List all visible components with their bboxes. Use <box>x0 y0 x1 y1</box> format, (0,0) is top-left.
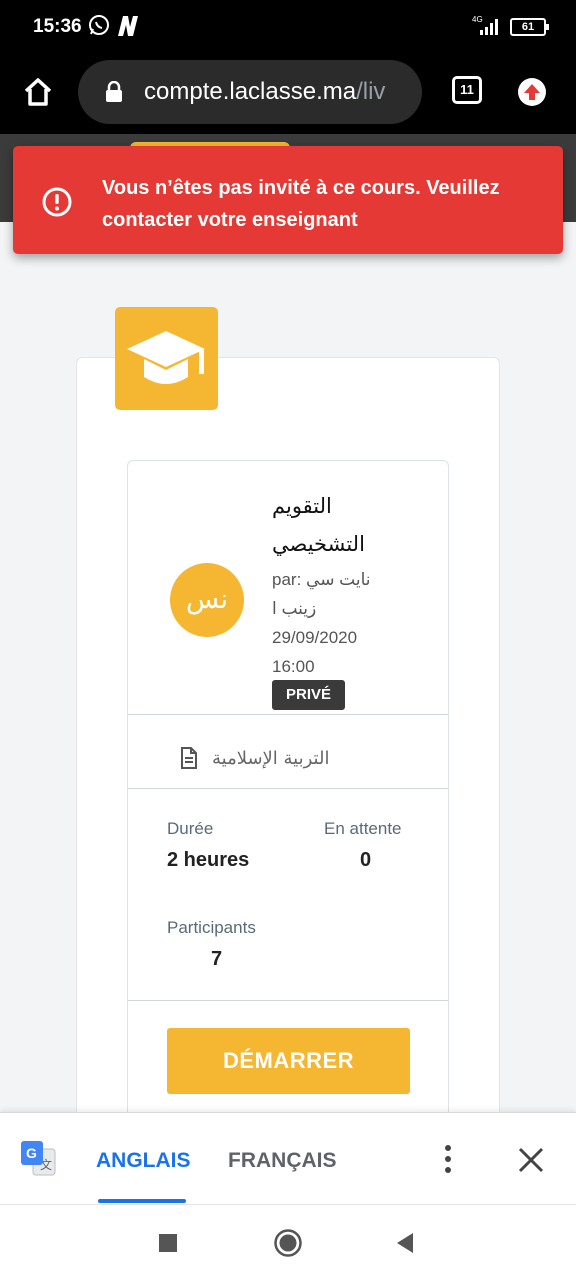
url-text: compte.laclasse.ma/liv <box>144 78 385 106</box>
duration-value: 2 heures <box>167 849 250 871</box>
course-time: 16:00 <box>272 657 315 676</box>
course-card: نس التقويم التشخيصي par: نايت سي زينب ا … <box>127 460 449 1140</box>
url-domain: compte.laclasse.ma <box>144 78 357 105</box>
start-button[interactable]: DÉMARRER <box>167 1028 410 1094</box>
participants-value: 7 <box>211 948 223 970</box>
lock-icon <box>106 81 122 102</box>
toast-message: Vous n’êtes pas invité à ce cours. Veuil… <box>102 177 500 231</box>
battery-level: 61 <box>521 21 535 33</box>
clock: 15:36 <box>33 16 82 37</box>
participants-label: Participants <box>167 918 256 937</box>
back-icon[interactable] <box>395 1232 415 1254</box>
active-tab-indicator <box>98 1199 186 1203</box>
battery-icon: 61 <box>510 18 549 36</box>
translate-bar: 文 G ANGLAIS FRANÇAIS <box>0 1112 576 1204</box>
status-bar: 15:36 4G 61 <box>0 0 576 56</box>
divider <box>128 788 448 789</box>
tab-english[interactable]: ANGLAIS <box>96 1149 191 1173</box>
private-badge: PRIVÉ <box>272 680 345 710</box>
tab-switcher-button[interactable]: 11 <box>452 76 482 104</box>
course-date: 29/09/2020 <box>272 628 358 647</box>
svg-text:G: G <box>26 1145 37 1161</box>
system-nav-bar <box>0 1204 576 1280</box>
course-meta: par: نايت سي زينب ا 29/09/2020 16:00 <box>272 565 432 681</box>
url-path: /liv <box>356 78 386 105</box>
course-title-line-1: التقويم <box>272 494 332 518</box>
document-icon <box>181 747 197 769</box>
signal-icon <box>480 19 498 35</box>
netflix-n-icon <box>118 16 138 36</box>
upload-icon[interactable] <box>516 76 548 108</box>
course-title: التقويم التشخيصي <box>272 487 422 563</box>
address-bar[interactable]: compte.laclasse.ma/liv <box>78 60 422 124</box>
duration-label: Durée <box>167 819 214 838</box>
course-author: par: نايت سي <box>272 570 371 589</box>
course-title-line-2: التشخيصي <box>272 532 365 556</box>
subject-label: التربية الإسلامية <box>212 747 330 769</box>
divider <box>128 714 448 715</box>
tab-french[interactable]: FRANÇAIS <box>228 1149 337 1173</box>
pending-label: En attente <box>324 819 402 838</box>
more-vert-icon[interactable] <box>436 1143 460 1175</box>
divider <box>128 1000 448 1001</box>
browser-toolbar: compte.laclasse.ma/liv 11 <box>0 56 576 134</box>
whatsapp-icon <box>89 15 109 35</box>
tab-count: 11 <box>460 82 474 97</box>
course-logo <box>115 307 218 410</box>
teacher-avatar: نس <box>170 563 244 637</box>
course-author-cont: زينب ا <box>272 599 317 618</box>
course-subject: التربية الإسلامية <box>180 744 329 772</box>
home-circle-icon[interactable] <box>273 1228 303 1258</box>
home-icon[interactable] <box>22 76 54 108</box>
alert-icon <box>42 187 72 217</box>
recents-icon[interactable] <box>158 1233 178 1253</box>
error-toast: Vous n’êtes pas invité à ce cours. Veuil… <box>13 146 563 254</box>
google-translate-icon: 文 G <box>21 1141 56 1176</box>
pending-value: 0 <box>360 849 372 871</box>
close-icon[interactable] <box>516 1145 546 1175</box>
graduation-cap-icon <box>127 331 205 384</box>
